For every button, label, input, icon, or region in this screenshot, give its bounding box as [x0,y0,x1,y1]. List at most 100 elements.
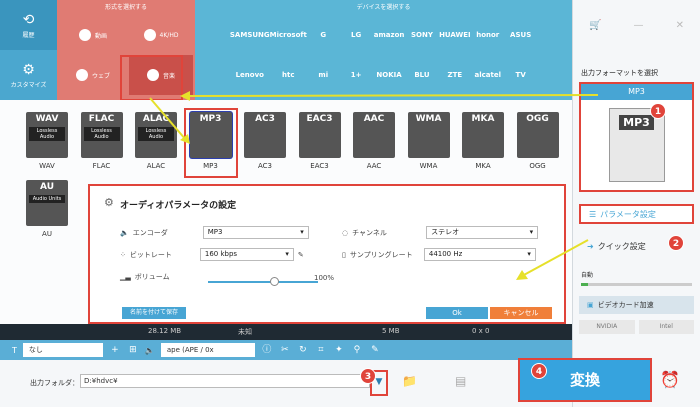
ok-button[interactable]: Ok [426,307,488,319]
customize-label: カスタマイズ [10,81,47,89]
format-sub-label: Lossless Audio [83,127,120,141]
format-cover-label: AU [40,182,54,192]
cancel-button[interactable]: キャンセル [490,307,552,319]
device-row2-10[interactable] [537,55,570,95]
pen-icon[interactable]: ✎ [369,344,381,356]
volume-label: ボリューム [134,273,170,281]
format-tile[interactable]: WMA WMA [406,112,452,174]
format-sub-label: Audio Units [29,195,65,203]
samplerate-select[interactable]: 44100 Hz ▾ [423,248,536,261]
parameter-settings-button[interactable]: ☰ パラメータ設定 [579,204,694,224]
split-icon[interactable]: ⊞ [127,344,139,356]
device-row2-0[interactable] [197,55,230,95]
close-icon[interactable]: ✕ [676,20,684,31]
device-row1-4[interactable]: LG [340,15,373,55]
save-as-button[interactable]: 名前を付けて保存 [122,307,186,319]
right-panel: 🛒 — ✕ 出力フォーマットを選択 MP3 MP3 ☰ パラメータ設定 ➜ クイ… [572,0,700,407]
format-tile[interactable]: WAV Lossless Audio WAV [24,112,70,174]
device-row1-5[interactable]: amazon [373,15,406,55]
format-tile[interactable]: EAC3 EAC3 [297,112,343,174]
cut-icon[interactable]: ✂ [279,344,291,356]
volume-slider-handle[interactable] [270,277,279,286]
minimize-icon[interactable]: — [634,20,644,31]
format-cover-icon: MP3 [189,112,232,158]
device-row1-10[interactable] [537,15,570,55]
device-row1-6[interactable]: SONY [406,15,439,55]
format-tile[interactable]: AAC AAC [351,112,397,174]
gpu-acceleration-button[interactable]: ▣ ビデオカード加速 [579,296,694,314]
category-1[interactable]: 4K/HD [129,15,193,55]
format-cover-label: EAC3 [306,114,333,124]
crop-icon[interactable]: ⌗ [315,344,327,356]
effect-icon[interactable]: ✦ [333,344,345,356]
format-cover-icon: WAV Lossless Audio [26,112,68,158]
source-size: 28.12 MB [148,327,182,335]
channel-select[interactable]: ステレオ ▾ [426,226,539,239]
format-tile[interactable]: FLAC Lossless Audio FLAC [79,112,125,174]
device-row1-8[interactable]: honor [471,15,504,55]
subtitle-select[interactable]: なし [22,343,103,357]
output-size: 5 MB [382,327,400,335]
volume-slider[interactable] [208,281,318,283]
format-tile[interactable]: MKA MKA [460,112,506,174]
gpu-vendors: NVIDIA Intel [579,320,694,334]
chevron-down-icon: ▾ [300,228,304,236]
output-folder-input[interactable]: D:¥hdvc¥ [80,374,370,388]
format-tile[interactable]: MP3 MP3 [183,108,238,178]
mp3-format-icon: MP3 [608,108,665,182]
device-row2-3[interactable]: mi [307,55,340,95]
device-row1-3[interactable]: G [307,15,340,55]
quality-slider[interactable] [581,283,692,286]
audio-track-select[interactable]: ape (APE / 0x [160,343,255,357]
customize-button[interactable]: ⚙ カスタマイズ [0,50,57,100]
device-row1-2[interactable]: Microsoft [270,15,307,55]
format-cover-icon: AU Audio Units [26,180,68,226]
file-info-strip: 28.12 MB 未知 5 MB 0 x 0 [0,324,572,340]
parameter-settings-label: パラメータ設定 [600,209,656,219]
sliders-icon: ☰ [589,209,597,219]
category-label: ウェブ [91,72,110,80]
device-row2-2[interactable]: htc [270,55,307,95]
device-row1-9[interactable]: ASUS [504,15,537,55]
format-caption: ALAC [146,162,166,170]
encoder-select[interactable]: MP3 ▾ [202,226,309,239]
open-folder-icon[interactable]: 📁 [402,374,417,388]
format-tile[interactable]: AU Audio Units AU [24,180,70,242]
rotate-icon[interactable]: ↻ [297,344,309,356]
category-0[interactable]: 動画 [61,15,125,55]
bitrate-select[interactable]: 160 kbps ▾ [199,248,294,261]
device-row2-4[interactable]: 1+ [340,55,373,95]
device-row2-9[interactable]: TV [504,55,537,95]
cart-icon[interactable]: 🛒 [589,20,601,31]
format-tile[interactable]: ALAC Lossless Audio ALAC [133,112,179,174]
device-row2-8[interactable]: alcatel [471,55,504,95]
format-tile[interactable]: AC3 AC3 [242,112,288,174]
device-row2-6[interactable]: BLU [406,55,439,95]
format-sub-label: Lossless Audio [138,127,174,141]
mic-icon: ▯ [342,250,346,259]
format-tile[interactable]: OGG OGG [515,112,561,174]
info-icon[interactable]: ⓘ [261,344,273,356]
device-row2-1[interactable]: Lenovo [230,55,270,95]
category-2[interactable]: ウェブ [61,55,125,95]
device-row2-5[interactable]: NOKIA [373,55,406,95]
step-badge-3: 3 [360,368,376,384]
quality-slider-fill [581,283,588,286]
history-button[interactable]: ⟲ 履歴 [0,0,57,50]
alarm-clock-icon[interactable]: ⏰ [660,370,680,389]
samplerate-label: サンプリングレート [349,250,413,259]
channel-row: ◌ チャンネル ステレオ ▾ [342,226,539,239]
edit-icon[interactable]: ✎ [298,251,304,259]
device-row2-7[interactable]: ZTE [438,55,471,95]
output-format-selector[interactable]: MP3 MP3 [579,82,694,192]
watermark-icon[interactable]: ⚲ [351,344,363,356]
add-icon[interactable]: + [109,344,121,356]
samplerate-row: ▯ サンプリングレート 44100 Hz ▾ [342,248,536,261]
volume-row: ▁▃ ボリューム [120,272,201,282]
merge-icon[interactable]: ▤ [455,374,466,388]
device-row1-1[interactable]: SAMSUNG [230,15,270,55]
device-row1-7[interactable]: HUAWEI [438,15,471,55]
device-row1-0[interactable] [197,15,230,55]
format-caption: FLAC [92,162,111,170]
format-caption: WAV [39,162,55,170]
